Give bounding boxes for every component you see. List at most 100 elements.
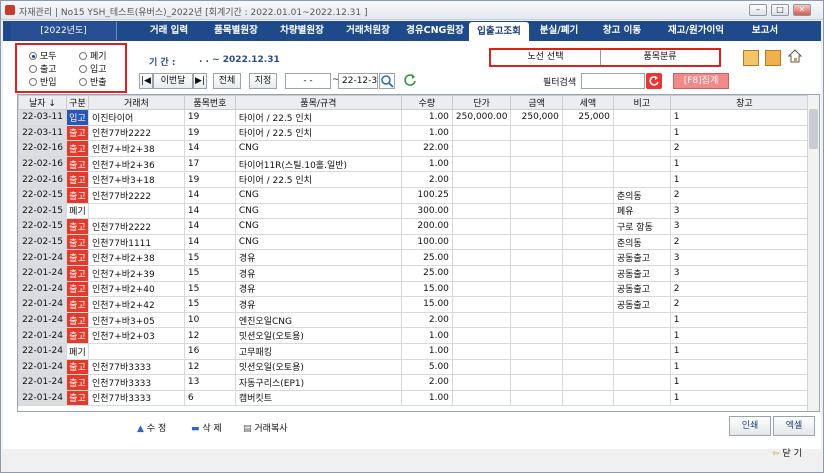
filter-search-input[interactable] (581, 73, 645, 89)
column-header[interactable]: 비고 (612, 95, 671, 110)
close-icon[interactable]: ✕ (793, 4, 811, 16)
table-row[interactable]: 22-02-16 출고 인천7+바2+38 14 CNG 22.00 2 (18, 140, 819, 157)
menu-warehouse-move[interactable]: 창고 이동 (589, 21, 655, 41)
table-cell: 3 (669, 264, 819, 282)
excel-button[interactable]: 엑셀 (773, 416, 815, 436)
table-row[interactable]: 22-02-15 폐기 14 CNG 300.00 폐유 3 (18, 202, 819, 220)
edit-action[interactable]: ▲ 수 정 (137, 421, 166, 434)
date-to-input[interactable]: 22-12-31 (338, 73, 378, 89)
table-cell: 인천77바1111 (87, 233, 185, 251)
table-cell: 2 (669, 280, 819, 298)
table-cell (451, 124, 512, 142)
app-icon (5, 5, 15, 15)
table-cell: 인천7+바2+36 (87, 155, 185, 173)
table-cell: 자동구리스(EP1) (234, 374, 402, 391)
column-header[interactable]: 품목/규격 (234, 95, 402, 110)
menu-vehicle-ledger[interactable]: 차량별원장 (269, 21, 335, 41)
table-cell: 22-02-15 (18, 186, 67, 204)
table-cell: 캠버킷트 (234, 389, 402, 407)
column-header[interactable]: 세액 (561, 95, 614, 110)
home-icon[interactable] (787, 48, 803, 64)
radio-return-out[interactable]: 반출 (79, 75, 107, 88)
data-table: 날자 ↓ 구분 거래처 품목번호 품목/규격 수량 단가 금액 세액 비고 창고 22-03-11 입… (18, 95, 819, 407)
table-cell: 22-02-16 (18, 155, 67, 173)
table-cell: 25,000 (561, 109, 614, 126)
table-row[interactable]: 22-02-15 출고 인천77바1111 14 CNG 100.00 춘의동 2 (18, 233, 819, 251)
table-row[interactable]: 22-01-24 출고 인천77바3333 13 자동구리스(EP1) 2.00 1 (18, 374, 819, 391)
table-row[interactable]: 22-01-24 출고 인천7+바3+05 10 엔진오일CNG 2.00 1 (18, 311, 819, 329)
table-row[interactable]: 22-02-15 출고 인천77바2222 14 CNG 100.25 춘의동 2 (18, 186, 819, 204)
radio-all[interactable]: 모두 (29, 49, 57, 62)
category-button[interactable]: 품목분류 (601, 50, 719, 65)
table-cell: 19 (183, 171, 236, 188)
export-icon[interactable] (743, 50, 759, 66)
minimize-icon[interactable]: – (749, 4, 767, 16)
menu-transaction-input[interactable]: 거래 입력 (136, 21, 202, 41)
maximize-icon[interactable]: □ (771, 4, 789, 16)
table-row[interactable]: 22-01-24 출고 인천7+바2+39 15 경유 25.00 공동출고 3 (18, 264, 819, 282)
table-cell (561, 280, 614, 298)
radio-disposal[interactable]: 폐기 (79, 49, 107, 62)
search-icon[interactable] (379, 73, 395, 89)
table-cell: 춘의동 (612, 233, 671, 251)
column-header[interactable]: 수량 (400, 95, 453, 110)
print-button[interactable]: 인쇄 (729, 416, 771, 436)
table-row[interactable]: 22-01-24 출고 인천77바3333 6 캠버킷트 1.00 1 (18, 389, 819, 407)
radio-out[interactable]: 출고 (29, 62, 57, 75)
table-row[interactable]: 22-01-24 출고 인천77바3333 12 밋션오일(오토용) 5.00 1 (18, 358, 819, 376)
column-header[interactable]: 날자 ↓ (18, 95, 67, 110)
column-header[interactable]: 단가 (451, 95, 512, 110)
year-button[interactable]: [2022년도] (11, 22, 117, 40)
table-cell: 출고 (65, 358, 89, 376)
refresh-icon[interactable] (403, 73, 419, 89)
table-row[interactable]: 22-02-15 출고 인천77바2222 14 CNG 200.00 구로 항동 3 (18, 218, 819, 235)
column-header[interactable]: 품목번호 (183, 95, 236, 110)
inout-table: 날자 ↓ 구분 거래처 품목번호 품목/규격 수량 단가 금액 세액 비고 창고 22-03-11 입… (17, 94, 820, 412)
copy-action[interactable]: ▤ 거래복사 (243, 421, 288, 434)
table-cell: 2.00 (400, 311, 453, 329)
column-header[interactable]: 창고 (669, 95, 819, 110)
date-from-input[interactable]: - - (285, 73, 331, 89)
import-icon[interactable] (765, 50, 781, 66)
menu-loss-disposal[interactable]: 분실/폐기 (529, 21, 589, 41)
menu-inout-query[interactable]: 입출고조회 (469, 22, 529, 41)
table-cell (451, 249, 512, 266)
table-row[interactable]: 22-01-24 출고 인천7+바2+03 12 밋션오일(오토용) 1.00 1 (18, 327, 819, 344)
delete-action[interactable]: ▬ 삭 제 (191, 421, 222, 434)
table-cell: 1 (669, 124, 819, 142)
column-header[interactable]: 거래처 (87, 95, 185, 110)
table-row[interactable]: 22-01-24 출고 인천7+바2+42 15 경유 15.00 공동출고 2 (18, 296, 819, 313)
table-row[interactable]: 22-02-16 출고 인천7+바3+18 19 타이어 / 22.5 인치 2.00 1 (18, 171, 819, 188)
last-button[interactable]: ▶| (193, 73, 207, 89)
vertical-scrollbar[interactable] (807, 95, 819, 411)
menu-item-ledger[interactable]: 품목별원장 (203, 21, 269, 41)
table-cell (561, 342, 614, 360)
column-header[interactable]: 구분 (65, 95, 89, 110)
table-row[interactable]: 22-03-11 입고 이진타이어 19 타이어 / 22.5 인치 1.00 250,00… (18, 109, 819, 126)
table-row[interactable]: 22-01-24 폐기 16 고무패킹 1.00 1 (18, 342, 819, 360)
first-button[interactable]: |◀ (139, 73, 153, 89)
table-cell (510, 311, 563, 329)
radio-dot (29, 78, 37, 86)
table-row[interactable]: 22-01-24 출고 인천7+바2+40 15 경유 15.00 공동출고 2 (18, 280, 819, 298)
menu-report[interactable]: 보고서 (737, 21, 793, 41)
menu-stock-profit[interactable]: 재고/원가이익 (655, 21, 737, 41)
this-month-button[interactable]: 이번달 (153, 73, 193, 89)
radio-return-in[interactable]: 반입 (29, 75, 57, 88)
table-row[interactable]: 22-03-11 출고 인천77바2222 19 타이어 / 22.5 인치 1.00 1 (18, 124, 819, 142)
table-cell (451, 155, 512, 173)
scrollbar-thumb[interactable] (809, 109, 818, 149)
table-row[interactable]: 22-02-16 출고 인천7+바2+36 17 타이어11R(스틸.10홀.일반) 1.… (18, 155, 819, 173)
exit-button[interactable]: ⇦ 닫 기 (759, 445, 815, 465)
sum-button[interactable]: [F8]집계 (673, 73, 729, 89)
menu-customer-ledger[interactable]: 거래처원장 (335, 21, 401, 41)
specify-button[interactable]: 지정 (249, 73, 277, 89)
table-cell: 2 (669, 186, 819, 204)
reset-icon[interactable] (646, 73, 662, 89)
menu-cng-ledger[interactable]: 경유CNG원장 (401, 21, 469, 41)
route-select-button[interactable]: 노선 선택 (491, 50, 601, 65)
all-button[interactable]: 전체 (213, 73, 241, 89)
table-row[interactable]: 22-01-24 출고 인천7+바2+38 15 경유 25.00 공동출고 3 (18, 249, 819, 266)
column-header[interactable]: 금액 (510, 95, 563, 110)
radio-in[interactable]: 입고 (79, 62, 107, 75)
